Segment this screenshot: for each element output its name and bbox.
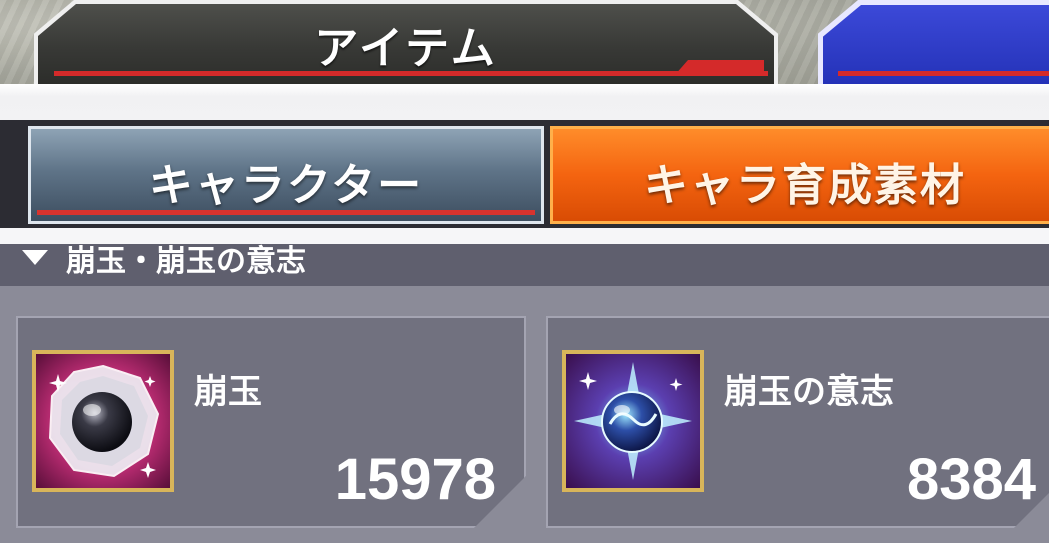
hogyoku-will-orb-icon xyxy=(562,350,704,492)
tab-items-label: アイテム xyxy=(314,23,498,74)
tab-next-category[interactable] xyxy=(818,0,1049,84)
tab-next-category-underline xyxy=(838,71,1049,76)
item-name: 崩玉の意志 xyxy=(724,372,894,412)
subtab-character-label: キャラクター xyxy=(148,160,424,211)
tab-items-underline-accent xyxy=(674,60,764,76)
collapse-triangle-icon xyxy=(22,250,48,265)
item-count: 8384 xyxy=(906,447,1036,512)
hogyoku-orb-icon xyxy=(32,350,174,492)
subtab-character[interactable]: キャラクター xyxy=(28,126,544,224)
subtab-chara-material-label: キャラ育成素材 xyxy=(644,160,966,211)
section-title: 崩玉・崩玉の意志 xyxy=(66,244,306,279)
subtab-chara-material[interactable]: キャラ育成素材 xyxy=(550,126,1049,224)
tab-items[interactable]: アイテム xyxy=(34,0,778,84)
item-card-hogyoku-will[interactable]: 崩玉の意志 8384 xyxy=(546,316,1049,528)
item-count: 15978 xyxy=(334,447,496,512)
subtab-character-underline xyxy=(37,210,535,215)
item-name: 崩玉 xyxy=(194,372,262,412)
section-header[interactable]: 崩玉・崩玉の意志 xyxy=(0,244,1049,286)
tab-items-underline xyxy=(54,71,768,76)
item-card-hogyoku[interactable]: 崩玉 15978 xyxy=(16,316,526,528)
